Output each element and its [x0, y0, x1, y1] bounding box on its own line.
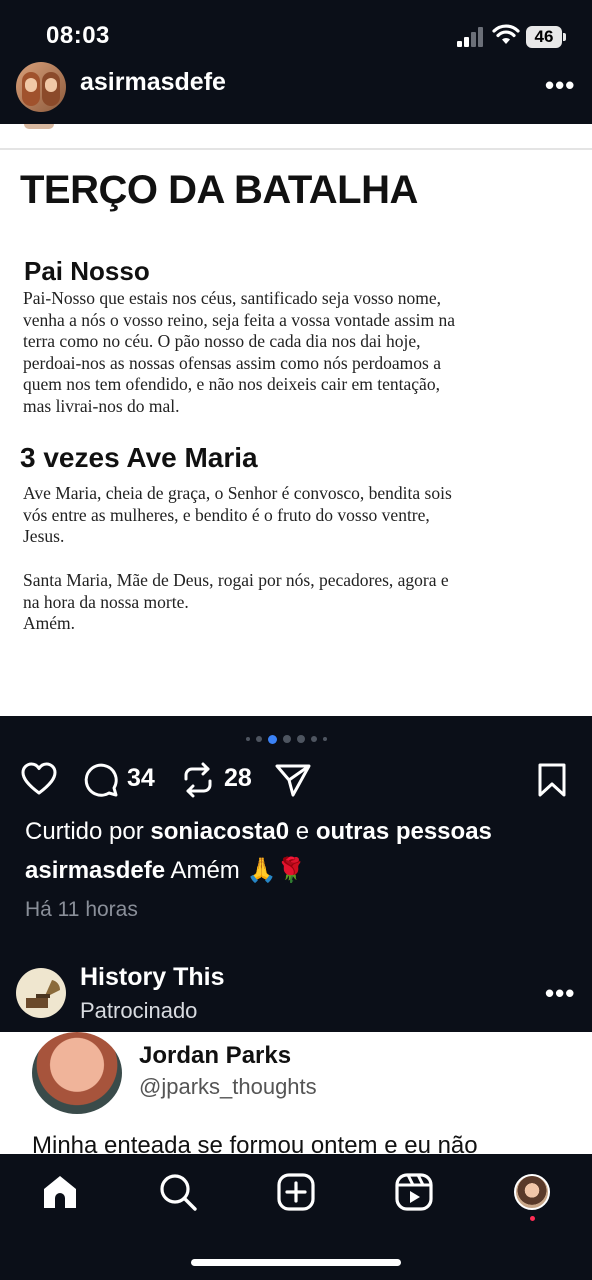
carousel-dot [323, 737, 327, 741]
profile-avatar[interactable] [514, 1174, 550, 1210]
caption-text: Amém 🙏🌹 [165, 857, 307, 884]
card-author-name: Jordan Parks [139, 1042, 292, 1069]
author-username[interactable]: asirmasdefe [80, 68, 226, 97]
post-actions: 34 28 [0, 760, 592, 800]
carousel-dot [283, 735, 291, 743]
notification-dot [530, 1216, 535, 1221]
post-caption: asirmasdefe Amém 🙏🌹 [25, 856, 306, 885]
repost-icon[interactable] [181, 762, 215, 798]
liked-by-mid: e [289, 818, 316, 845]
sponsored-label: Patrocinado [80, 998, 198, 1023]
previous-post-edge [24, 124, 54, 129]
image-heading-ave-maria: 3 vezes Ave Maria [20, 442, 258, 473]
card-text: Minha enteada se formou ontem e eu não [32, 1132, 478, 1154]
status-time: 08:03 [46, 22, 110, 49]
reels-icon[interactable] [394, 1172, 434, 1212]
heart-icon[interactable] [21, 762, 57, 796]
search-icon[interactable] [158, 1172, 198, 1212]
send-icon[interactable] [274, 762, 312, 798]
home-indicator [191, 1259, 401, 1266]
create-icon[interactable] [276, 1172, 316, 1212]
post-timestamp: Há 11 horas [25, 898, 138, 921]
battery-indicator: 46 [526, 26, 566, 48]
image-text-pai-nosso: Pai-Nosso que estais nos céus, santifica… [23, 288, 456, 416]
carousel-dot-active [268, 734, 277, 744]
home-icon[interactable] [40, 1172, 80, 1212]
bookmark-icon[interactable] [537, 762, 567, 798]
more-icon[interactable]: ••• [545, 978, 575, 1009]
comment-icon[interactable] [83, 762, 119, 798]
image-heading-pai-nosso: Pai Nosso [24, 256, 150, 286]
sponsor-name[interactable]: History This [80, 963, 224, 992]
liked-by-others[interactable]: outras pessoas [316, 818, 492, 845]
repost-count: 28 [224, 764, 252, 792]
cellular-signal-icon [457, 27, 483, 47]
carousel-dot [311, 736, 317, 742]
card-author-handle: @jparks_thoughts [139, 1074, 317, 1099]
carousel-dot [297, 735, 305, 743]
sponsored-image[interactable]: Jordan Parks @jparks_thoughts Minha ente… [0, 1032, 592, 1154]
carousel-indicator [246, 734, 327, 744]
caption-username[interactable]: asirmasdefe [25, 857, 165, 884]
post-image[interactable]: TERÇO DA BATALHA Pai Nosso Pai-Nosso que… [0, 124, 592, 716]
wifi-icon [492, 24, 520, 44]
sponsor-avatar[interactable] [16, 968, 66, 1018]
more-icon[interactable]: ••• [545, 70, 575, 101]
gramophone-icon [26, 980, 61, 1008]
carousel-dot [256, 736, 262, 742]
liked-by[interactable]: Curtido por soniacosta0 e outras pessoas [25, 818, 492, 846]
liked-by-prefix: Curtido por [25, 818, 151, 845]
image-text-ave-maria: Ave Maria, cheia de graça, o Senhor é co… [23, 483, 452, 546]
image-title: TERÇO DA BATALHA [20, 168, 418, 212]
comment-count: 34 [127, 764, 155, 792]
carousel-dot [246, 737, 250, 741]
jordan-parks-avatar [32, 1032, 122, 1114]
author-avatar[interactable] [16, 62, 66, 112]
liked-by-user[interactable]: soniacosta0 [150, 818, 289, 845]
image-text-santa-maria: Santa Maria, Mãe de Deus, rogai por nós,… [23, 570, 449, 633]
divider [0, 148, 592, 150]
